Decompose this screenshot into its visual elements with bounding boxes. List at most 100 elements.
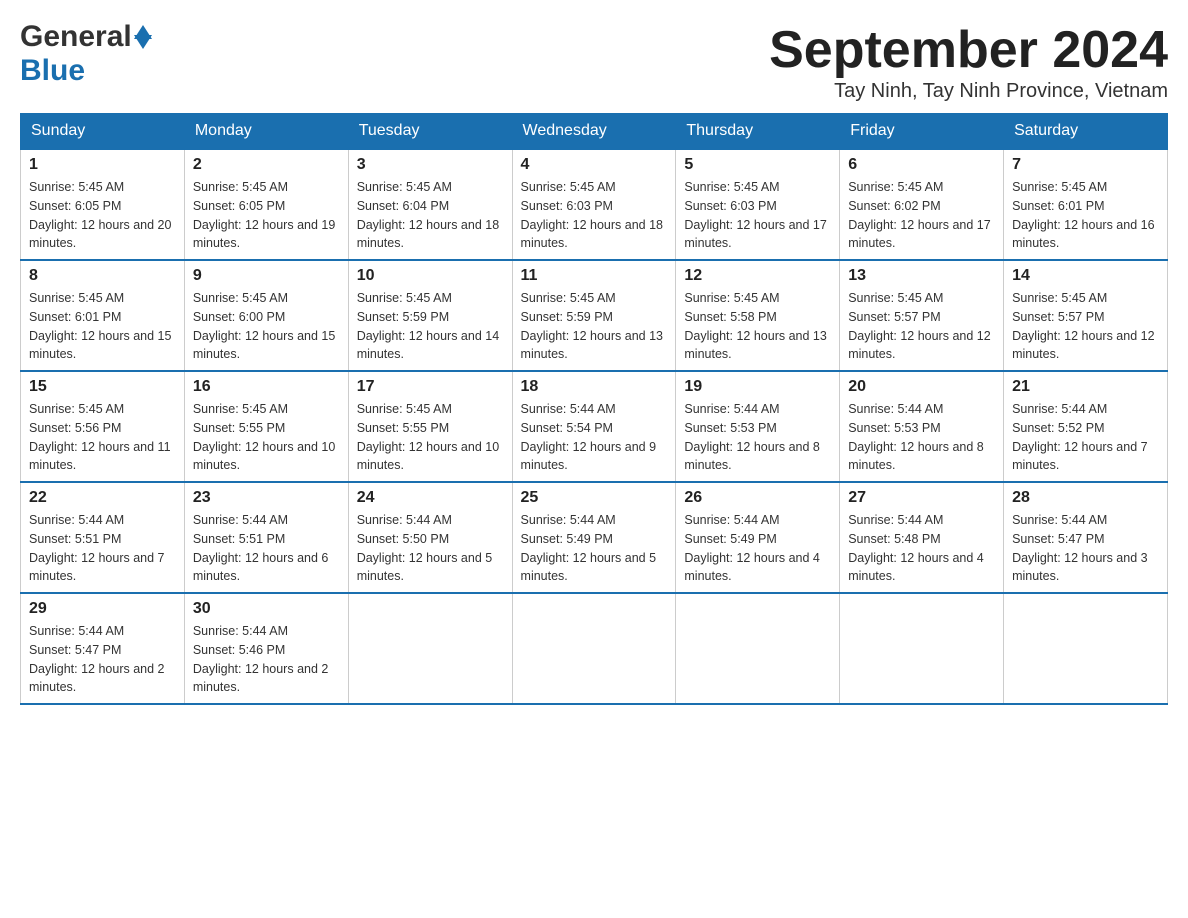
day-number: 23 <box>193 489 340 507</box>
day-info: Sunrise: 5:45 AMSunset: 6:03 PMDaylight:… <box>521 178 668 253</box>
calendar-header-row: SundayMondayTuesdayWednesdayThursdayFrid… <box>21 114 1168 150</box>
day-info: Sunrise: 5:44 AMSunset: 5:51 PMDaylight:… <box>193 511 340 586</box>
logo-blue-text: Blue <box>20 54 85 88</box>
day-info: Sunrise: 5:44 AMSunset: 5:49 PMDaylight:… <box>521 511 668 586</box>
day-info: Sunrise: 5:45 AMSunset: 5:55 PMDaylight:… <box>193 400 340 475</box>
table-row: 29Sunrise: 5:44 AMSunset: 5:47 PMDayligh… <box>21 593 185 704</box>
table-row: 18 Sunrise: 5:44 AMSunset: 5:54 PMDayligh… <box>512 371 676 482</box>
day-info: Sunrise: 5:45 AMSunset: 6:01 PMDaylight:… <box>1012 178 1159 253</box>
day-number: 15 <box>29 378 176 396</box>
table-row: 10 Sunrise: 5:45 AMSunset: 5:59 PMDayligh… <box>348 260 512 371</box>
calendar-table: SundayMondayTuesdayWednesdayThursdayFrid… <box>20 113 1168 705</box>
day-number: 26 <box>684 489 831 507</box>
table-row: 5 Sunrise: 5:45 AMSunset: 6:03 PMDaylight… <box>676 149 840 260</box>
day-number: 8 <box>29 267 176 285</box>
page-header: General Blue September 2024 Tay Ninh, Ta… <box>20 20 1168 103</box>
day-info: Sunrise: 5:45 AMSunset: 6:00 PMDaylight:… <box>193 289 340 364</box>
day-number: 13 <box>848 267 995 285</box>
day-number: 30 <box>193 600 340 618</box>
day-number: 14 <box>1012 267 1159 285</box>
table-row: 12 Sunrise: 5:45 AMSunset: 5:58 PMDayligh… <box>676 260 840 371</box>
table-row: 6 Sunrise: 5:45 AMSunset: 6:02 PMDaylight… <box>840 149 1004 260</box>
day-header-saturday: Saturday <box>1004 114 1168 150</box>
calendar-week-1: 1 Sunrise: 5:45 AMSunset: 6:05 PMDaylight… <box>21 149 1168 260</box>
table-row: 27Sunrise: 5:44 AMSunset: 5:48 PMDayligh… <box>840 482 1004 593</box>
table-row: 2Sunrise: 5:45 AMSunset: 6:05 PMDaylight… <box>184 149 348 260</box>
table-row <box>512 593 676 704</box>
day-header-monday: Monday <box>184 114 348 150</box>
calendar-week-2: 8Sunrise: 5:45 AMSunset: 6:01 PMDaylight… <box>21 260 1168 371</box>
calendar-week-3: 15 Sunrise: 5:45 AMSunset: 5:56 PMDayligh… <box>21 371 1168 482</box>
day-number: 5 <box>684 156 831 174</box>
table-row: 4 Sunrise: 5:45 AMSunset: 6:03 PMDaylight… <box>512 149 676 260</box>
day-info: Sunrise: 5:45 AMSunset: 5:55 PMDaylight:… <box>357 400 504 475</box>
day-info: Sunrise: 5:44 AMSunset: 5:53 PMDaylight:… <box>848 400 995 475</box>
table-row: 1 Sunrise: 5:45 AMSunset: 6:05 PMDaylight… <box>21 149 185 260</box>
table-row: 19 Sunrise: 5:44 AMSunset: 5:53 PMDayligh… <box>676 371 840 482</box>
day-number: 11 <box>521 267 668 285</box>
table-row: 30 Sunrise: 5:44 AMSunset: 5:46 PMDayligh… <box>184 593 348 704</box>
table-row: 28 Sunrise: 5:44 AMSunset: 5:47 PMDayligh… <box>1004 482 1168 593</box>
day-info: Sunrise: 5:45 AMSunset: 6:04 PMDaylight:… <box>357 178 504 253</box>
day-number: 25 <box>521 489 668 507</box>
day-number: 7 <box>1012 156 1159 174</box>
table-row: 14Sunrise: 5:45 AMSunset: 5:57 PMDayligh… <box>1004 260 1168 371</box>
day-header-wednesday: Wednesday <box>512 114 676 150</box>
table-row: 21 Sunrise: 5:44 AMSunset: 5:52 PMDayligh… <box>1004 371 1168 482</box>
month-title: September 2024 <box>769 20 1168 80</box>
table-row <box>348 593 512 704</box>
day-info: Sunrise: 5:45 AMSunset: 6:03 PMDaylight:… <box>684 178 831 253</box>
table-row: 26 Sunrise: 5:44 AMSunset: 5:49 PMDayligh… <box>676 482 840 593</box>
day-number: 21 <box>1012 378 1159 396</box>
day-number: 4 <box>521 156 668 174</box>
day-number: 1 <box>29 156 176 174</box>
day-info: Sunrise: 5:44 AMSunset: 5:54 PMDaylight:… <box>521 400 668 475</box>
day-info: Sunrise: 5:44 AMSunset: 5:51 PMDaylight:… <box>29 511 176 586</box>
table-row: 15 Sunrise: 5:45 AMSunset: 5:56 PMDayligh… <box>21 371 185 482</box>
day-info: Sunrise: 5:45 AMSunset: 6:05 PMDaylight:… <box>193 178 340 253</box>
calendar-week-5: 29Sunrise: 5:44 AMSunset: 5:47 PMDayligh… <box>21 593 1168 704</box>
table-row: 8Sunrise: 5:45 AMSunset: 6:01 PMDaylight… <box>21 260 185 371</box>
table-row: 20 Sunrise: 5:44 AMSunset: 5:53 PMDayligh… <box>840 371 1004 482</box>
day-info: Sunrise: 5:44 AMSunset: 5:52 PMDaylight:… <box>1012 400 1159 475</box>
day-info: Sunrise: 5:44 AMSunset: 5:48 PMDaylight:… <box>848 511 995 586</box>
day-number: 12 <box>684 267 831 285</box>
table-row: 11 Sunrise: 5:45 AMSunset: 5:59 PMDayligh… <box>512 260 676 371</box>
day-number: 28 <box>1012 489 1159 507</box>
table-row: 3 Sunrise: 5:45 AMSunset: 6:04 PMDaylight… <box>348 149 512 260</box>
day-info: Sunrise: 5:45 AMSunset: 6:05 PMDaylight:… <box>29 178 176 253</box>
day-number: 19 <box>684 378 831 396</box>
title-block: September 2024 Tay Ninh, Tay Ninh Provin… <box>769 20 1168 103</box>
table-row <box>676 593 840 704</box>
day-header-sunday: Sunday <box>21 114 185 150</box>
day-header-tuesday: Tuesday <box>348 114 512 150</box>
day-info: Sunrise: 5:45 AMSunset: 5:59 PMDaylight:… <box>357 289 504 364</box>
day-number: 3 <box>357 156 504 174</box>
day-info: Sunrise: 5:45 AMSunset: 5:59 PMDaylight:… <box>521 289 668 364</box>
day-info: Sunrise: 5:44 AMSunset: 5:47 PMDaylight:… <box>1012 511 1159 586</box>
day-info: Sunrise: 5:45 AMSunset: 5:58 PMDaylight:… <box>684 289 831 364</box>
table-row: 9 Sunrise: 5:45 AMSunset: 6:00 PMDaylight… <box>184 260 348 371</box>
day-number: 10 <box>357 267 504 285</box>
day-number: 17 <box>357 378 504 396</box>
day-number: 18 <box>521 378 668 396</box>
table-row: 25 Sunrise: 5:44 AMSunset: 5:49 PMDayligh… <box>512 482 676 593</box>
day-number: 9 <box>193 267 340 285</box>
day-info: Sunrise: 5:45 AMSunset: 5:56 PMDaylight:… <box>29 400 176 475</box>
table-row: 13Sunrise: 5:45 AMSunset: 5:57 PMDayligh… <box>840 260 1004 371</box>
day-number: 29 <box>29 600 176 618</box>
day-number: 6 <box>848 156 995 174</box>
location-title: Tay Ninh, Tay Ninh Province, Vietnam <box>769 80 1168 103</box>
day-info: Sunrise: 5:44 AMSunset: 5:46 PMDaylight:… <box>193 622 340 697</box>
day-number: 22 <box>29 489 176 507</box>
table-row <box>1004 593 1168 704</box>
day-info: Sunrise: 5:44 AMSunset: 5:53 PMDaylight:… <box>684 400 831 475</box>
logo-icon <box>134 25 152 49</box>
day-info: Sunrise: 5:44 AMSunset: 5:49 PMDaylight:… <box>684 511 831 586</box>
table-row: 7 Sunrise: 5:45 AMSunset: 6:01 PMDaylight… <box>1004 149 1168 260</box>
day-number: 20 <box>848 378 995 396</box>
table-row: 23 Sunrise: 5:44 AMSunset: 5:51 PMDayligh… <box>184 482 348 593</box>
day-info: Sunrise: 5:45 AMSunset: 6:02 PMDaylight:… <box>848 178 995 253</box>
day-number: 24 <box>357 489 504 507</box>
table-row <box>840 593 1004 704</box>
